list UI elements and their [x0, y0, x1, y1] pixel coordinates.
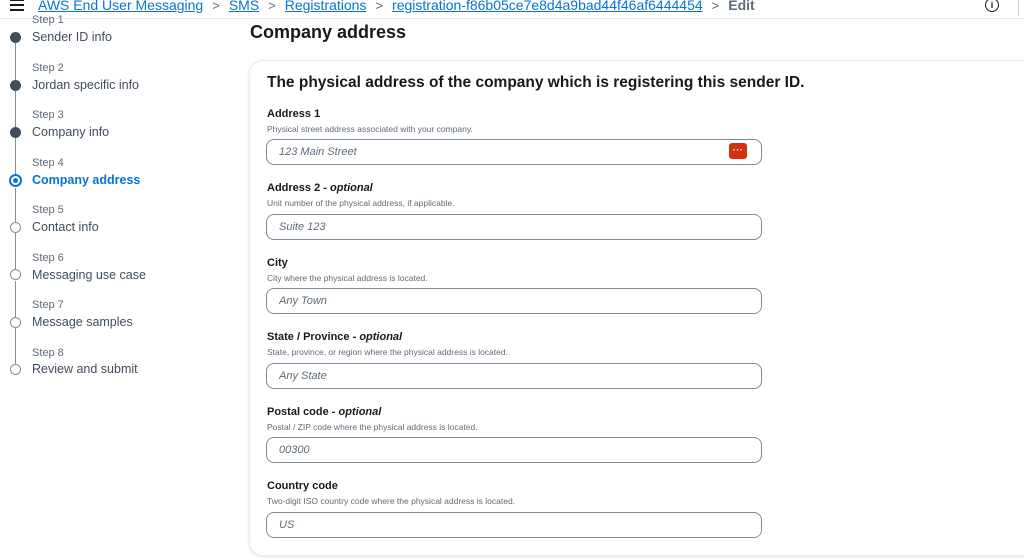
step-number: Step 1	[32, 14, 64, 26]
address-1-description: Physical street address associated with …	[267, 124, 473, 134]
field-label-text: State / Province -	[267, 331, 360, 343]
address-2-description: Unit number of the physical address, if …	[267, 198, 455, 208]
breadcrumb-current: Edit	[728, 0, 755, 13]
step-pending-icon	[10, 317, 21, 328]
step-connector	[15, 43, 16, 80]
step-number: Step 2	[32, 62, 64, 74]
state-province-label: State / Province - optional	[267, 331, 402, 343]
breadcrumb-separator-icon: >	[375, 0, 384, 13]
step-number: Step 5	[32, 204, 64, 216]
step-number: Step 8	[32, 347, 64, 359]
page-title: Company address	[250, 22, 407, 42]
step-title: Message samples	[32, 315, 133, 329]
step-connector	[15, 138, 16, 174]
optional-tag: optional	[359, 331, 403, 343]
field-label-text: Address 2 -	[267, 182, 330, 194]
step-title[interactable]: Sender ID info	[32, 30, 112, 44]
country-code-description: Two-digit ISO country code where the phy…	[267, 496, 516, 506]
step-pending-icon	[10, 364, 21, 375]
field-label-text: City	[267, 257, 288, 269]
step-title: Contact info	[32, 220, 99, 234]
right-panel-edge	[1018, 0, 1024, 16]
address-1-input[interactable]	[266, 139, 762, 165]
address-2-label: Address 2 - optional	[267, 182, 373, 194]
step-title: Review and submit	[32, 362, 138, 376]
city-label: City	[267, 257, 288, 269]
step-number: Step 7	[32, 299, 64, 311]
step-number: Step 3	[32, 109, 64, 121]
step-connector	[15, 328, 16, 364]
breadcrumb-registration-id[interactable]: registration-f86b05ce7e8d4a9bad44f46af64…	[392, 0, 703, 13]
step-number: Step 4	[32, 157, 64, 169]
step-title: Company address	[32, 173, 141, 187]
postal-code-input[interactable]	[266, 437, 762, 463]
country-code-input[interactable]	[266, 512, 762, 538]
breadcrumb-sms[interactable]: SMS	[229, 0, 259, 13]
menu-icon[interactable]	[10, 0, 24, 11]
city-description: City where the physical address is locat…	[267, 273, 428, 283]
optional-tag: optional	[329, 182, 373, 194]
step-complete-icon	[10, 80, 21, 91]
password-manager-icon[interactable]: ···	[729, 143, 747, 159]
step-connector	[15, 91, 16, 128]
step-number: Step 6	[32, 252, 64, 264]
step-connector	[15, 233, 16, 269]
country-code-label: Country code	[267, 480, 338, 492]
step-current-icon	[9, 174, 22, 187]
field-label-text: Postal code -	[267, 406, 339, 418]
state-province-description: State, province, or region where the phy…	[267, 347, 508, 357]
step-pending-icon	[10, 269, 21, 280]
step-title[interactable]: Company info	[32, 125, 109, 139]
breadcrumb: AWS End User Messaging > SMS > Registrat…	[38, 0, 755, 13]
step-connector	[15, 188, 16, 222]
top-bar: AWS End User Messaging > SMS > Registrat…	[0, 0, 1024, 19]
address-2-input[interactable]	[266, 214, 762, 240]
step-title[interactable]: Jordan specific info	[32, 78, 139, 92]
breadcrumb-registrations[interactable]: Registrations	[285, 0, 367, 13]
breadcrumb-separator-icon: >	[268, 0, 276, 13]
postal-code-description: Postal / ZIP code where the physical add…	[267, 422, 478, 432]
postal-code-label: Postal code - optional	[267, 406, 381, 418]
state-province-input[interactable]	[266, 363, 762, 389]
step-complete-icon	[10, 32, 21, 43]
step-title: Messaging use case	[32, 268, 146, 282]
field-label-text: Country code	[267, 480, 338, 492]
field-label-text: Address 1	[267, 108, 321, 120]
step-complete-icon	[10, 127, 21, 138]
city-input[interactable]	[266, 288, 762, 314]
breadcrumb-separator-icon: >	[711, 0, 720, 13]
address-1-label: Address 1	[267, 108, 320, 120]
container-header: The physical address of the company whic…	[267, 74, 805, 91]
breadcrumb-separator-icon: >	[212, 0, 220, 13]
breadcrumb-aws-end-user-messaging[interactable]: AWS End User Messaging	[38, 0, 203, 13]
optional-tag: optional	[338, 406, 382, 418]
step-connector	[15, 281, 16, 317]
step-pending-icon	[10, 222, 21, 233]
info-icon[interactable]: i	[985, 0, 999, 12]
